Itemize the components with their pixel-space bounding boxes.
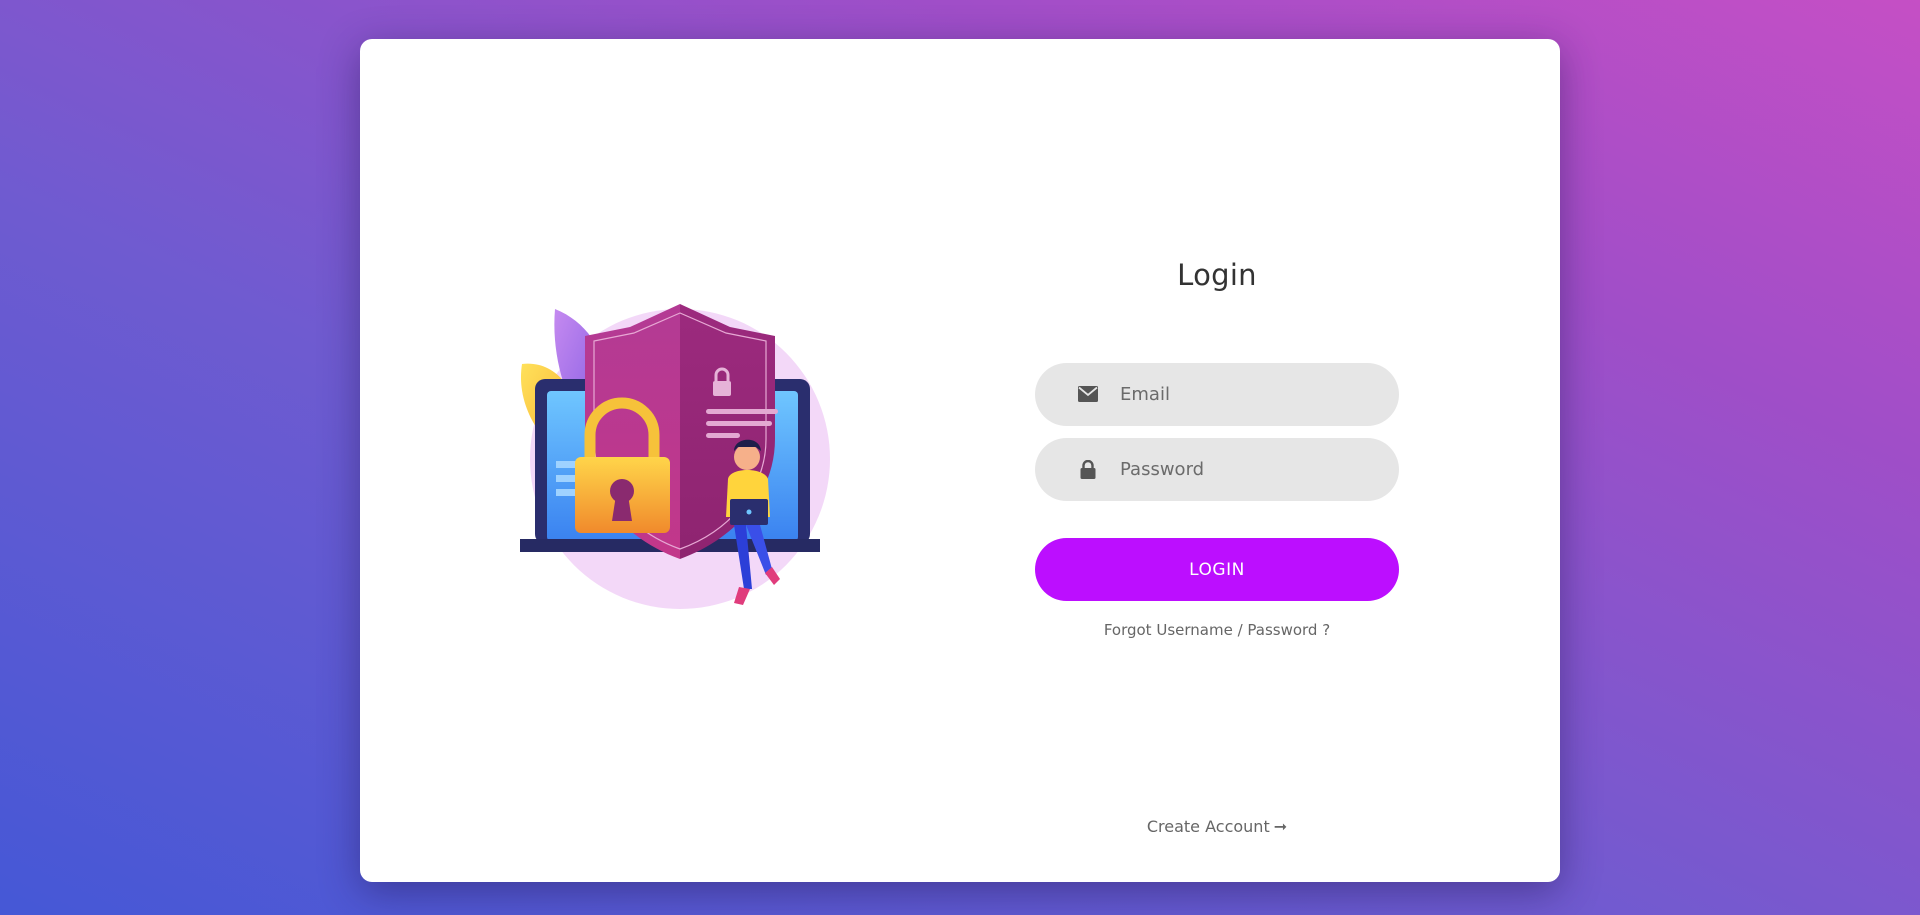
security-illustration xyxy=(520,299,830,609)
envelope-icon xyxy=(1078,384,1098,404)
password-input[interactable] xyxy=(1120,438,1370,501)
page-title: Login xyxy=(1177,258,1257,292)
login-button[interactable]: LOGIN xyxy=(1035,538,1399,601)
create-account-link[interactable]: Create Account ➞ xyxy=(1035,817,1399,836)
lock-icon xyxy=(1078,459,1098,479)
shield-lock-illustration-icon xyxy=(520,304,830,609)
create-account-label: Create Account xyxy=(1146,817,1270,836)
login-card: Login LOGIN Forgot Username / Password ? xyxy=(360,39,1560,882)
password-field-container[interactable] xyxy=(1035,438,1399,501)
forgot-password-link[interactable]: Forgot Username / Password ? xyxy=(1035,621,1399,639)
arrow-right-icon: ➞ xyxy=(1273,817,1288,836)
email-field-container[interactable] xyxy=(1035,363,1399,426)
email-input[interactable] xyxy=(1120,363,1370,426)
